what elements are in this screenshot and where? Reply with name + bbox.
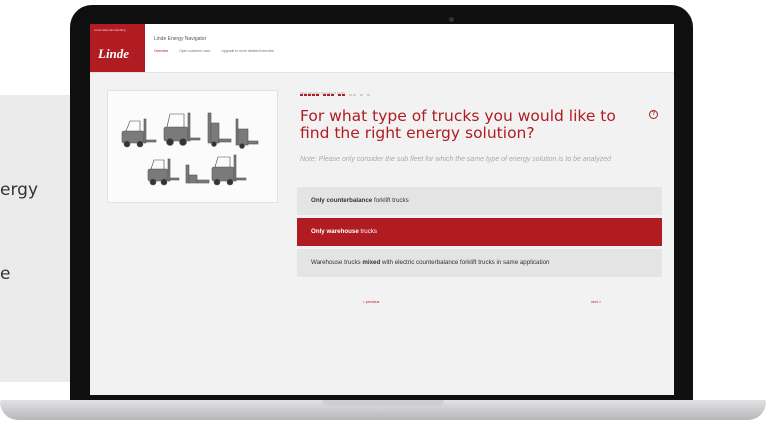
question-title: For what type of trucks you would like t…	[300, 107, 616, 142]
nav-open-customer-case[interactable]: Open customer case	[179, 49, 210, 53]
option-1-bold: Only counterbalance	[311, 197, 373, 204]
previous-button[interactable]: < previous	[351, 297, 391, 308]
option-2-bold: Only warehouse	[311, 228, 359, 235]
nav-overview[interactable]: Overview	[154, 49, 168, 53]
brand-tagline: Linde Material Handling	[94, 28, 126, 32]
truck-icon	[147, 158, 180, 186]
top-nav: Overview Open customer case Upgrade to m…	[154, 49, 284, 53]
option-3-rest: with electric counterbalance forklift tr…	[380, 259, 550, 266]
truck-icon	[211, 154, 247, 186]
option-1-rest: forklift trucks	[372, 197, 409, 204]
progress-dot	[353, 94, 356, 96]
laptop-screen: Linde Material Handling Linde Linde Ener…	[90, 24, 674, 395]
option-2-rest: trucks	[358, 228, 378, 235]
brand-wordmark: Linde	[98, 46, 130, 61]
truck-icon	[235, 118, 259, 149]
trucks-svg	[121, 112, 259, 186]
progress-dot	[367, 94, 370, 96]
side-text-line-1: ergy	[0, 180, 39, 200]
progress-caption: Short interview (Question 2 of 10)	[300, 91, 345, 95]
truck-icon	[163, 112, 201, 146]
option-mixed[interactable]: Warehouse trucks mixed with electric cou…	[297, 249, 662, 277]
truck-icon	[121, 118, 157, 148]
option-counterbalance[interactable]: Only counterbalance forklift trucks	[297, 187, 662, 215]
progress-dot	[360, 94, 363, 96]
laptop-base-notch	[322, 400, 444, 406]
help-icon[interactable]: ?	[649, 110, 658, 119]
camera-icon	[449, 17, 454, 22]
option-3-bold: mixed	[362, 259, 381, 266]
option-warehouse[interactable]: Only warehouse trucks	[297, 218, 662, 246]
truck-icon	[185, 164, 210, 184]
question-note: Note: Please only consider the sub fleet…	[300, 156, 611, 163]
app-title: Linde Energy Navigator	[154, 36, 207, 42]
truck-icon	[207, 112, 232, 147]
side-text-line-3: e	[0, 264, 11, 284]
side-panel	[0, 95, 72, 382]
progress-dot	[349, 94, 352, 96]
trucks-illustration	[107, 90, 278, 203]
brand-logo[interactable]: Linde Material Handling Linde	[90, 24, 145, 72]
option-3-pre: Warehouse trucks	[311, 259, 363, 266]
app-header: Linde Material Handling Linde Linde Ener…	[90, 24, 674, 73]
next-button[interactable]: next >	[576, 297, 616, 308]
nav-upgrade-interview[interactable]: Upgrade to more detailed interview	[221, 49, 274, 53]
